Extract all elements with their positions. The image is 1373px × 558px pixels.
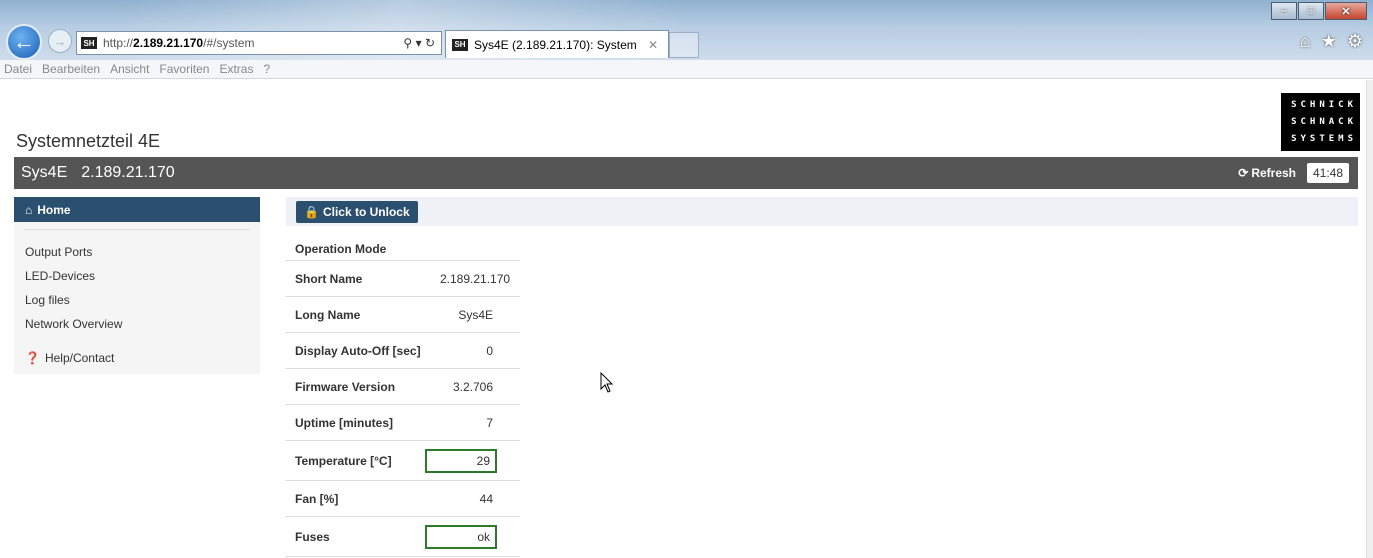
temperature-value-box: 29 [425,448,497,473]
lock-icon: 🔒 [304,205,319,219]
dropdown-icon[interactable]: ▾ [416,36,422,50]
row-label: Short Name [295,271,363,286]
refresh-label: Refresh [1251,166,1296,180]
minimize-button[interactable]: – [1271,2,1297,20]
table-row: Display Auto-Off [sec] 0 [286,333,520,369]
settings-gear-icon[interactable]: ⚙ [1347,31,1363,52]
refresh-button[interactable]: ⟳ Refresh [1238,166,1296,180]
sidebar-help-label: Help/Contact [44,351,115,365]
fuses-value-box: ok [425,524,497,549]
site-favicon-icon: SH [81,37,97,49]
home-icon: ⌂ [25,202,33,217]
sidebar-item-led-devices[interactable]: LED-Devices [14,264,260,288]
maximize-button[interactable]: □ [1298,2,1324,20]
unlock-label: Click to Unlock [322,205,410,219]
sidebar-item-help[interactable]: ❓ Help/Contact [14,346,260,370]
menu-bearbeiten[interactable]: Bearbeiten [42,62,100,76]
logo-line-2: SCHNACK [1291,116,1357,127]
url-path: /#/system [203,36,255,50]
forward-button[interactable]: → [48,29,72,53]
tab-system[interactable]: SH Sys4E (2.189.21.170): System ✕ [445,30,669,58]
sidebar-divider [24,229,250,230]
row-value: 2.189.21.170 [440,271,511,286]
close-tab-icon[interactable]: ✕ [648,38,658,52]
new-tab-button[interactable] [669,32,699,58]
menu-datei[interactable]: Datei [4,62,32,76]
table-row: Temperature [°C] 29 [286,441,520,481]
menu-bar: Datei Bearbeiten Ansicht Favoriten Extra… [0,60,1373,79]
sidebar-item-home[interactable]: ⌂ Home [14,197,260,222]
row-value: Sys4E [458,307,493,322]
session-timer: 41:48 [1306,163,1349,183]
row-label: Temperature [°C] [295,453,392,468]
table-row: Long Name Sys4E [286,297,520,333]
url-host: 2.189.21.170 [133,36,204,50]
reload-icon[interactable]: ↻ [425,36,435,50]
system-properties-table: Operation Mode Short Name 2.189.21.170 L… [286,237,520,557]
mouse-cursor-icon [600,372,614,393]
favorites-star-icon[interactable]: ★ [1321,31,1337,52]
row-label: Uptime [minutes] [295,415,394,430]
row-label: Fuses [295,529,330,544]
search-icon[interactable]: ⚲ [403,36,412,50]
address-tools: ⚲ ▾ ↻ [403,36,435,50]
logo-line-1: SCHNICK [1291,99,1357,110]
row-value: 3.2.706 [452,379,493,394]
menu-help[interactable]: ? [263,62,270,76]
refresh-icon: ⟳ [1238,166,1249,180]
device-name: Sys4E [21,164,68,181]
arrow-left-icon: ← [13,29,35,54]
row-value: 7 [486,415,493,430]
menu-favoriten[interactable]: Favoriten [159,62,209,76]
browser-toolbar-icons: ⌂ ★ ⚙ [1300,31,1363,52]
sidebar: ⌂ Home Output Ports LED-Devices Log file… [14,197,260,374]
home-icon[interactable]: ⌂ [1300,31,1311,52]
table-row: Fuses ok [286,517,520,557]
action-bar: 🔒 Click to Unlock [286,197,1358,226]
row-label: Display Auto-Off [sec] [295,343,421,358]
page-scrollbar[interactable] [1366,80,1373,558]
unlock-button[interactable]: 🔒 Click to Unlock [296,201,418,223]
sidebar-item-output-ports[interactable]: Output Ports [14,240,260,264]
device-ip: 2.189.21.170 [81,164,175,181]
sidebar-item-network-overview[interactable]: Network Overview [14,312,260,336]
window-controls: – □ ✕ [1271,2,1367,20]
sidebar-item-log-files[interactable]: Log files [14,288,260,312]
table-row: Short Name 2.189.21.170 [286,261,520,297]
row-label: Firmware Version [295,379,396,394]
tab-title: Sys4E (2.189.21.170): System [474,37,637,52]
page-title: Systemnetzteil 4E [16,131,161,151]
table-heading: Operation Mode [286,237,520,261]
table-row: Fan [%] 44 [286,481,520,517]
sidebar-home-label: Home [37,202,71,217]
arrow-right-icon: → [53,33,67,49]
tab-favicon-icon: SH [452,38,468,51]
table-row: Uptime [minutes] 7 [286,405,520,441]
url-prefix: http:// [103,36,134,50]
table-row: Firmware Version 3.2.706 [286,369,520,405]
menu-ansicht[interactable]: Ansicht [110,62,149,76]
web-page: Systemnetzteil 4E SCHNICK SCHNACK SYSTEM… [0,80,1366,558]
browser-chrome: – □ ✕ ← → SH http://2.189.21.170/#/syste… [0,0,1373,60]
company-logo: SCHNICK SCHNACK SYSTEMS [1281,93,1360,151]
row-value: 44 [479,491,493,506]
logo-line-3: SYSTEMS [1291,134,1357,145]
navbar: Sys4E 2.189.21.170 ⟳ Refresh 41:48 [14,157,1358,189]
row-label: Long Name [295,307,361,322]
close-window-button[interactable]: ✕ [1325,2,1367,20]
back-button[interactable]: ← [6,24,42,60]
row-value: 0 [486,343,493,358]
address-bar[interactable]: SH http://2.189.21.170/#/system ⚲ ▾ ↻ [76,31,442,55]
question-circle-icon: ❓ [25,351,40,365]
menu-extras[interactable]: Extras [219,62,253,76]
row-label: Fan [%] [295,491,339,506]
